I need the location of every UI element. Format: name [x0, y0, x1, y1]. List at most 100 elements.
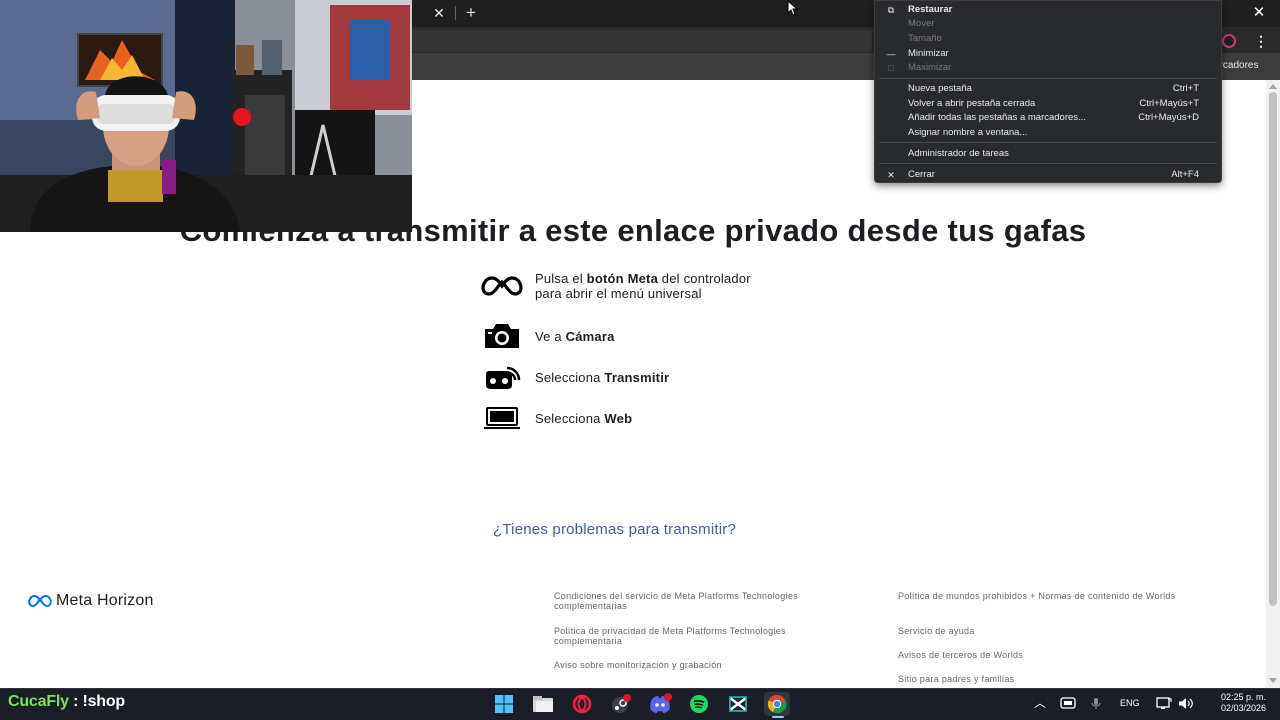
laptop-icon	[481, 402, 523, 434]
menu-item-label: Maximizar	[908, 62, 952, 73]
opera-gx-icon[interactable]	[569, 692, 595, 716]
step-text-line2: para abrir el menú universal	[535, 286, 702, 301]
footer-link[interactable]: Política de mundos prohibidos + Normas d…	[898, 591, 1188, 601]
menu-item-shortcut: Ctrl+T	[1172, 83, 1199, 94]
meta-logo-icon	[28, 594, 52, 608]
scroll-down-icon[interactable]	[1269, 678, 1277, 683]
tab-close-icon[interactable]: ✕	[431, 4, 447, 22]
microphone-icon[interactable]	[1091, 697, 1101, 713]
menu-item-restore[interactable]: ⧉ Restaurar	[875, 3, 1221, 17]
menu-item-label: Minimizar	[908, 48, 949, 59]
clock-time: 02:25 p. m.	[1220, 692, 1266, 702]
footer-link[interactable]: Aviso sobre monitorización y grabación	[554, 660, 844, 670]
step-text: Ve a	[535, 328, 566, 344]
chevron-up-icon[interactable]: ︿	[1034, 697, 1046, 709]
menu-item-size: Tamaño	[875, 32, 1221, 46]
troubleshoot-link[interactable]: ¿Tienes problemas para transmitir?	[493, 521, 736, 538]
step-meta-button: Pulsa el botón Meta del controlador para…	[481, 270, 751, 302]
maximize-icon: □	[888, 63, 894, 73]
menu-separator	[879, 142, 1217, 143]
step-bold-text: Cámara	[565, 328, 615, 344]
restore-icon: ⧉	[887, 5, 895, 15]
cast-icon	[481, 361, 523, 393]
close-icon: ✕	[887, 170, 895, 180]
clock-date: 02/03/2026	[1220, 703, 1266, 713]
scrollbar-thumb[interactable]	[1269, 92, 1277, 606]
menu-item-label: Restaurar	[908, 4, 953, 15]
menu-item-label: Administrador de tareas	[908, 148, 1009, 159]
step-web: Selecciona Web	[481, 402, 632, 434]
steam-icon[interactable]	[608, 692, 634, 716]
menu-item-label: Nueva pestaña	[908, 83, 972, 94]
network-icon[interactable]	[1156, 697, 1172, 713]
footer-link[interactable]: Servicio de ayuda	[898, 626, 1188, 636]
step-bold-text: botón Meta	[586, 271, 658, 286]
menu-item-label: Cerrar	[908, 169, 935, 180]
menu-item-label: Asignar nombre a ventana...	[908, 127, 1028, 138]
menu-item-shortcut: Ctrl+Mayús+D	[1138, 112, 1199, 123]
tray-app-icon[interactable]	[1060, 697, 1076, 712]
address-bar[interactable]	[412, 30, 872, 52]
footer-link[interactable]: Sitio para padres y familias	[898, 674, 1188, 684]
taskbar-clock[interactable]: 02:25 p. m. 02/03/2026	[1200, 692, 1266, 714]
file-explorer-icon[interactable]	[530, 692, 556, 716]
spotify-icon[interactable]	[686, 692, 712, 716]
footer-link[interactable]: Política de privacidad de Meta Platforms…	[554, 626, 844, 646]
menu-item-minimize[interactable]: — Minimizar	[875, 47, 1221, 61]
step-bold-text: Web	[604, 410, 633, 426]
menu-item-shortcut: Ctrl+Mayús+T	[1139, 98, 1199, 109]
menu-item-label: Tamaño	[908, 33, 942, 44]
menu-item-move: Mover	[875, 17, 1221, 31]
window-context-menu: ⧉ Restaurar Mover Tamaño — Minimizar □ M…	[874, 0, 1222, 183]
windows-taskbar	[0, 688, 1280, 720]
step-text: Selecciona	[535, 369, 605, 385]
menu-item-shortcut: Alt+F4	[1171, 169, 1199, 180]
step-cast: Selecciona Transmitir	[481, 361, 669, 393]
webcam-video-image	[0, 0, 412, 232]
input-language-indicator[interactable]: ENG	[1120, 697, 1140, 709]
step-camera: Ve a Cámara	[481, 320, 615, 352]
extension-icon[interactable]	[1222, 34, 1236, 48]
step-text: del controlador	[658, 271, 751, 286]
menu-separator	[879, 78, 1217, 79]
scroll-up-icon[interactable]	[1269, 84, 1277, 89]
mouse-cursor-icon	[787, 0, 799, 16]
screen: ✕ + ✕ ⋮ arcadores Comienza a transmitir …	[0, 0, 1280, 720]
minimize-icon: —	[886, 49, 896, 59]
meta-horizon-logo[interactable]: Meta Horizon	[28, 592, 154, 610]
menu-item-reopen-tab[interactable]: Volver a abrir pestaña cerrada Ctrl+Mayú…	[875, 97, 1221, 111]
footer-link[interactable]: Condiciones del servicio de Meta Platfor…	[554, 591, 834, 611]
menu-item-label: Añadir todas las pestañas a marcadores..…	[908, 112, 1086, 123]
start-menu-icon[interactable]	[491, 692, 517, 716]
menu-item-name-window[interactable]: Asignar nombre a ventana...	[875, 126, 1221, 140]
menu-item-label: Volver a abrir pestaña cerrada	[908, 98, 1036, 109]
menu-item-maximize: □ Maximizar	[875, 61, 1221, 75]
menu-item-new-tab[interactable]: Nueva pestaña Ctrl+T	[875, 82, 1221, 96]
stream-username: CucaFly	[8, 693, 69, 710]
step-bold-text: Transmitir	[604, 369, 670, 385]
footer-logo-text: Meta Horizon	[56, 592, 154, 609]
step-text: Selecciona	[535, 410, 605, 426]
webcam-overlay	[0, 0, 412, 232]
stream-command: : !shop	[68, 693, 126, 710]
volume-icon[interactable]	[1178, 697, 1194, 713]
step-text: Pulsa el	[535, 271, 587, 286]
new-tab-button[interactable]: +	[463, 3, 479, 23]
window-close-button[interactable]: ✕	[1250, 3, 1268, 23]
menu-item-close[interactable]: ✕ Cerrar Alt+F4	[875, 168, 1221, 182]
menu-separator	[879, 163, 1217, 164]
active-app-indicator	[772, 716, 784, 718]
menu-item-task-manager[interactable]: Administrador de tareas	[875, 147, 1221, 161]
camera-icon	[481, 320, 523, 352]
stream-overlay-label: CucaFly : !shop	[8, 693, 125, 711]
discord-icon[interactable]	[647, 692, 673, 716]
capcut-icon[interactable]	[725, 692, 751, 716]
browser-menu-button[interactable]: ⋮	[1254, 32, 1268, 50]
footer-link[interactable]: Avisos de terceros de Worlds	[898, 650, 1188, 660]
bookmarks-folder-label[interactable]: arcadores	[1214, 60, 1280, 71]
menu-item-bookmark-all[interactable]: Añadir todas las pestañas a marcadores..…	[875, 111, 1221, 125]
chrome-icon[interactable]	[764, 692, 790, 716]
meta-logo-icon	[481, 270, 523, 302]
tab-separator	[455, 6, 456, 20]
menu-item-label: Mover	[908, 18, 935, 29]
